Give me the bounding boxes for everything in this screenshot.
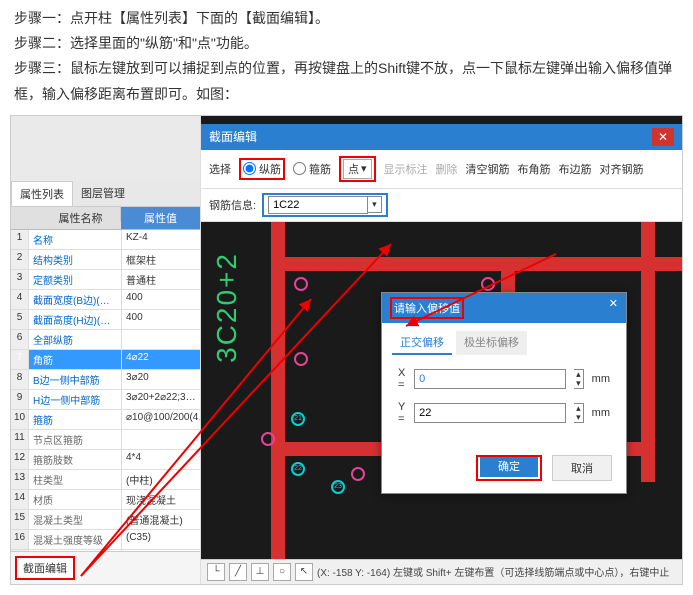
snap-endpoint-icon[interactable]: └ <box>207 563 225 581</box>
select-label: 选择 <box>209 161 231 177</box>
info-bar: 钢筋信息: ▾ <box>201 189 682 222</box>
rebar-dropdown-icon[interactable]: ▾ <box>368 196 382 213</box>
x-label: X = <box>398 367 406 391</box>
table-row[interactable]: 6全部纵筋 <box>11 330 200 350</box>
step2-text: 步骤二：选择里面的"纵筋"和"点"功能。 <box>14 31 679 56</box>
cancel-button[interactable]: 取消 <box>552 455 612 481</box>
modal-close-icon[interactable]: ✕ <box>609 297 618 319</box>
status-bar: └ ╱ ⊥ ○ ↖ (X: -158 Y: -164) 左键或 Shift+ 左… <box>201 559 682 584</box>
table-row[interactable]: 4截面宽度(B边)(…400 <box>11 290 200 310</box>
table-row[interactable]: 11节点区箍筋 <box>11 430 200 450</box>
show-label-btn[interactable]: 显示标注 <box>384 161 428 177</box>
delete-btn[interactable]: 删除 <box>436 161 458 177</box>
section-toolbar: 选择 纵筋 箍筋 点 ▾ 显示标注 删除 清空钢筋 布角筋 布边筋 对齐钢筋 <box>201 150 682 189</box>
snap-center-icon[interactable]: ○ <box>273 563 291 581</box>
edge-btn[interactable]: 布边筋 <box>559 161 592 177</box>
tab-polar[interactable]: 极坐标偏移 <box>456 331 527 355</box>
table-row[interactable]: 10箍筋⌀10@100/200(4… <box>11 410 200 430</box>
rebar-info-label: 钢筋信息: <box>209 197 256 213</box>
step3-text: 步骤三：鼠标左键放到可以捕捉到点的位置，再按键盘上的Shift键不放，点一下鼠标… <box>14 56 679 106</box>
radio-stirrup[interactable]: 箍筋 <box>293 161 331 177</box>
point-dropdown[interactable]: 点 ▾ <box>343 159 372 179</box>
cad-canvas[interactable]: 3C20+2 21 22 23 请输入偏移值 ✕ 正交偏移 极坐标偏移 <box>201 222 682 559</box>
y-input[interactable] <box>414 403 566 423</box>
y-unit: mm <box>592 407 610 419</box>
section-edit-button[interactable]: 截面编辑 <box>15 556 75 580</box>
tab-layer-mgmt[interactable]: 图层管理 <box>73 181 133 206</box>
x-spinner-icon[interactable]: ▴▾ <box>574 369 584 389</box>
table-row[interactable]: 8B边一侧中部筋3⌀20 <box>11 370 200 390</box>
modal-title: 请输入偏移值 <box>390 297 464 319</box>
snap-mid-icon[interactable]: ╱ <box>229 563 247 581</box>
cursor-icon[interactable]: ↖ <box>295 563 313 581</box>
col-value-header: 属性值 <box>121 207 200 229</box>
radio-vertical[interactable]: 纵筋 <box>243 161 281 177</box>
rebar-info-input[interactable] <box>268 196 368 214</box>
col-name-header: 属性名称 <box>41 207 121 221</box>
step1-text: 步骤一：点开柱【属性列表】下面的【截面编辑】。 <box>14 6 679 31</box>
rebar-label: 3C20+2 <box>211 252 243 363</box>
align-btn[interactable]: 对齐钢筋 <box>600 161 644 177</box>
property-table: 属性名称 属性值 1名称KZ-42结构类别框架柱3定额类别普通柱4截面宽度(B边… <box>11 207 200 551</box>
arrange-btn[interactable]: 布角筋 <box>518 161 551 177</box>
offset-modal: 请输入偏移值 ✕ 正交偏移 极坐标偏移 X = ▴▾ mm Y = <box>381 292 627 494</box>
table-row[interactable]: 9H边一侧中部筋3⌀20+2⌀22;3… <box>11 390 200 410</box>
screenshot-frame: 属性列表 图层管理 属性名称 属性值 1名称KZ-42结构类别框架柱3定额类别普… <box>10 115 683 585</box>
x-unit: mm <box>592 373 610 385</box>
table-row[interactable]: 13柱类型(中柱) <box>11 470 200 490</box>
table-row[interactable]: 5截面高度(H边)(…400 <box>11 310 200 330</box>
tab-ortho[interactable]: 正交偏移 <box>392 331 452 355</box>
table-row[interactable]: 12箍筋肢数4*4 <box>11 450 200 470</box>
table-row[interactable]: 16混凝土强度等级(C35) <box>11 530 200 550</box>
close-icon[interactable]: ✕ <box>652 128 674 146</box>
table-row[interactable]: 1名称KZ-4 <box>11 230 200 250</box>
y-label: Y = <box>398 401 406 425</box>
table-row[interactable]: 15混凝土类型(普通混凝土) <box>11 510 200 530</box>
clear-btn[interactable]: 清空钢筋 <box>466 161 510 177</box>
y-spinner-icon[interactable]: ▴▾ <box>574 403 584 423</box>
chevron-down-icon: ▾ <box>361 162 367 175</box>
cad-panel: 截面编辑 ✕ 选择 纵筋 箍筋 点 ▾ 显示标注 删除 清空钢筋 布角筋 布边筋… <box>201 116 682 584</box>
tab-property-list[interactable]: 属性列表 <box>11 181 73 206</box>
snap-perp-icon[interactable]: ⊥ <box>251 563 269 581</box>
section-edit-title: 截面编辑 ✕ <box>201 124 682 150</box>
property-panel: 属性列表 图层管理 属性名称 属性值 1名称KZ-42结构类别框架柱3定额类别普… <box>11 116 201 584</box>
panel-tabs: 属性列表 图层管理 <box>11 181 200 207</box>
table-row[interactable]: 2结构类别框架柱 <box>11 250 200 270</box>
x-input[interactable] <box>414 369 566 389</box>
table-row[interactable]: 14材质现浇混凝土 <box>11 490 200 510</box>
table-row[interactable]: 3定额类别普通柱 <box>11 270 200 290</box>
table-row[interactable]: 7角筋4⌀22 <box>11 350 200 370</box>
status-text: (X: -158 Y: -164) 左键或 Shift+ 左键布置（可选择线筋端… <box>317 564 669 579</box>
ok-button[interactable]: 确定 <box>480 457 538 477</box>
